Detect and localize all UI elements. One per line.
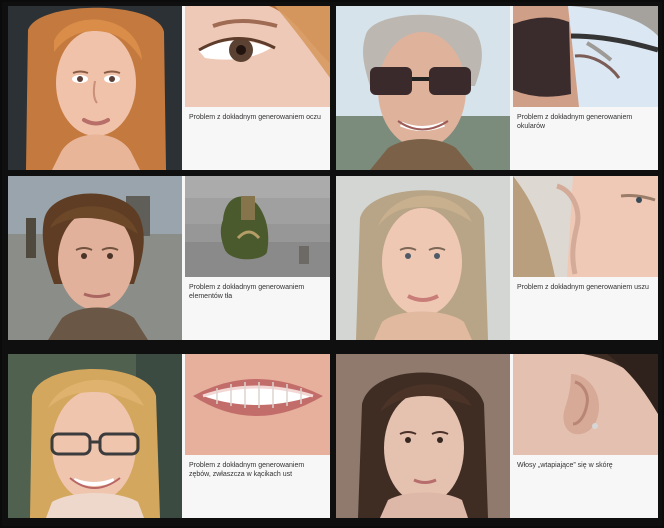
portrait-woman-red-hair [8,6,182,170]
portrait-woman-glasses [8,354,182,518]
portrait-woman-blonde [336,176,510,340]
caption-glasses: Problem z dokładnym generowaniem okularó… [517,114,633,130]
caption-eyes: Problem z dokładnym generowaniem oczu [189,114,321,121]
example-tile-background: Problem z dokładnym generowaniem element… [8,176,330,340]
example-tile-teeth: Problem z dokładnym generowaniem zębów, … [8,354,330,518]
caption-teeth: Problem z dokładnym generowaniem zębów, … [189,462,305,478]
caption-ears: Problem z dokładnym generowaniem uszu [517,284,649,291]
image-collage: Problem z dokładnym generowaniem oczu Pr… [0,0,664,528]
example-tile-glasses: Problem z dokładnym generowaniem okularó… [336,6,658,170]
background-artifact-image [185,176,330,277]
example-tile-hair: Włosy „wtapiające” się w skórę [336,354,658,518]
caption-background: Problem z dokładnym generowaniem element… [189,284,305,300]
portrait-man-sunglasses [336,6,510,170]
glasses-closeup-image [513,6,658,107]
example-tile-eyes: Problem z dokładnym generowaniem oczu [8,6,330,170]
example-tile-ears: Problem z dokładnym generowaniem uszu [336,176,658,340]
eye-closeup-image [185,6,330,107]
caption-hair: Włosy „wtapiające” się w skórę [517,462,613,469]
ear-closeup-image [513,176,658,277]
hair-blending-closeup-image [513,354,658,455]
portrait-woman-short-hair [8,176,182,340]
portrait-woman-dark-hair [336,354,510,518]
teeth-closeup-image [185,354,330,455]
